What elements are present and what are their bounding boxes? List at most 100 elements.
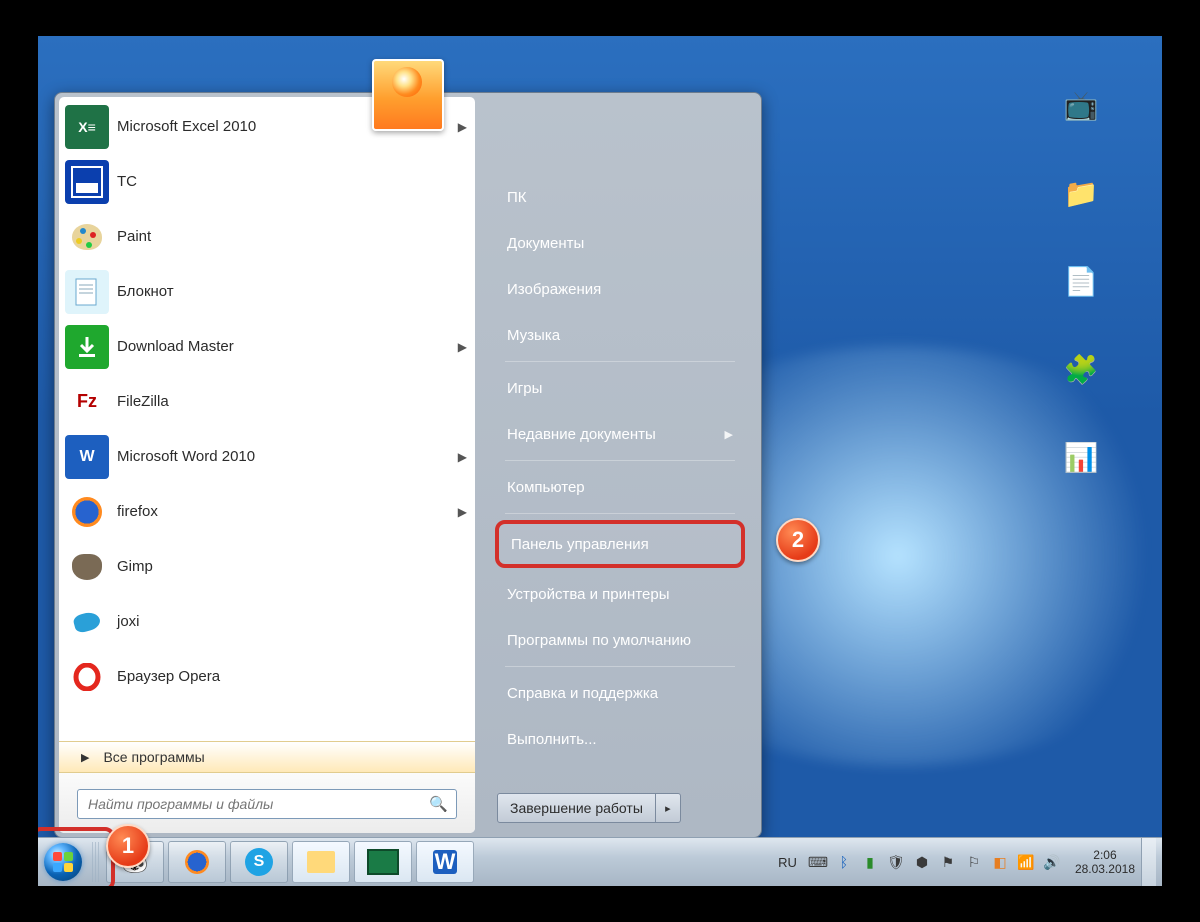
desktop-icons-column: 📺 📁 📄 🧩 📊 (1052, 76, 1122, 516)
system-tray: RU ⌨ ᛒ ▮ 🛡 ⬢ ⚑ ⚐ ◧ 📶 🔊 2:06 28.03.2018 (770, 838, 1162, 886)
program-label: firefox (117, 503, 458, 520)
program-item-joxi[interactable]: joxi (59, 594, 475, 649)
taskbar-item-explorer[interactable] (292, 841, 350, 883)
start-button[interactable] (38, 838, 88, 886)
language-indicator[interactable]: RU (778, 855, 797, 870)
word-icon: W (65, 435, 109, 479)
tray-keyboard-icon[interactable]: ⌨ (808, 852, 828, 872)
right-item-label: Программы по умолчанию (507, 632, 691, 649)
right-item-run[interactable]: Выполнить... (495, 719, 745, 759)
program-item-gimp[interactable]: Gimp (59, 539, 475, 594)
right-item-devices[interactable]: Устройства и принтеры (495, 574, 745, 614)
task-viewer-icon (367, 849, 399, 875)
submenu-arrow-icon: ▶ (458, 505, 467, 519)
right-item-help[interactable]: Справка и поддержка (495, 673, 745, 713)
right-item-default-programs[interactable]: Программы по умолчанию (495, 620, 745, 660)
right-item-label: ПК (507, 189, 527, 206)
taskbar-clock[interactable]: 2:06 28.03.2018 (1075, 848, 1135, 876)
arrow-right-icon: ▶ (81, 751, 89, 764)
separator (505, 666, 735, 667)
notepad-icon (65, 270, 109, 314)
right-item-control-panel[interactable]: Панель управления (495, 520, 745, 568)
program-item-downloadmaster[interactable]: Download Master ▶ (59, 319, 475, 374)
gimp-icon (65, 545, 109, 589)
program-item-filezilla[interactable]: Fz FileZilla (59, 374, 475, 429)
program-item-opera[interactable]: Браузер Opera (59, 649, 475, 704)
right-item-label: Изображения (507, 281, 601, 298)
user-picture[interactable] (372, 59, 444, 131)
right-item-games[interactable]: Игры (495, 368, 745, 408)
firefox-icon (185, 850, 209, 874)
submenu-arrow-icon: ▶ (725, 428, 733, 441)
right-item-documents[interactable]: Документы (495, 223, 745, 263)
opera-icon (65, 655, 109, 699)
right-item-recent[interactable]: Недавние документы ▶ (495, 414, 745, 454)
right-item-label: Музыка (507, 327, 560, 344)
program-item-word[interactable]: W Microsoft Word 2010 ▶ (59, 429, 475, 484)
program-item-tc[interactable]: TC (59, 154, 475, 209)
right-item-label: Документы (507, 235, 584, 252)
desktop-icon[interactable]: 📊 (1052, 428, 1110, 486)
right-item-label: Устройства и принтеры (507, 586, 669, 603)
tc-icon (65, 160, 109, 204)
program-label: Браузер Opera (117, 668, 467, 685)
program-label: Paint (117, 228, 467, 245)
shutdown-group: Завершение работы ▸ (497, 793, 681, 823)
desktop-icon[interactable]: 📁 (1052, 164, 1110, 222)
search-icon: 🔍 (429, 795, 448, 813)
program-item-notepad[interactable]: Блокнот (59, 264, 475, 319)
right-item-music[interactable]: Музыка (495, 315, 745, 355)
separator (505, 361, 735, 362)
tray-flag-icon[interactable]: ⚐ (964, 852, 984, 872)
tray-shield-icon[interactable]: ⬢ (912, 852, 932, 872)
joxi-icon (65, 600, 109, 644)
taskbar-item-skype[interactable]: S (230, 841, 288, 883)
desktop: 📺 📁 📄 🧩 📊 X≡ Microsoft Excel 2010 ▶ TC (38, 36, 1162, 886)
desktop-icon[interactable]: 📺 (1052, 76, 1110, 134)
separator (505, 513, 735, 514)
right-item-computer[interactable]: Компьютер (495, 467, 745, 507)
right-item-pc[interactable]: ПК (495, 177, 745, 217)
explorer-icon (307, 851, 335, 873)
tray-volume-icon[interactable]: 🔊 (1042, 852, 1062, 872)
downloadmaster-icon (65, 325, 109, 369)
program-label: TC (117, 173, 467, 190)
program-item-paint[interactable]: Paint (59, 209, 475, 264)
start-menu-left-pane: X≡ Microsoft Excel 2010 ▶ TC Paint Б (59, 97, 475, 833)
shutdown-options-button[interactable]: ▸ (656, 793, 681, 823)
shutdown-label: Завершение работы (510, 800, 643, 816)
desktop-icon[interactable]: 🧩 (1052, 340, 1110, 398)
all-programs-button[interactable]: ▶ Все программы (59, 741, 475, 773)
tray-update-icon[interactable]: ⚑ (938, 852, 958, 872)
shutdown-button[interactable]: Завершение работы (497, 793, 656, 823)
program-label: FileZilla (117, 393, 467, 410)
program-list: X≡ Microsoft Excel 2010 ▶ TC Paint Б (59, 97, 475, 741)
tray-tool-icon[interactable]: ◧ (990, 852, 1010, 872)
search-box[interactable]: 🔍 (77, 789, 457, 819)
program-label: joxi (117, 613, 467, 630)
taskbar-item-firefox[interactable] (168, 841, 226, 883)
tray-bluetooth-icon[interactable]: ᛒ (834, 852, 854, 872)
right-item-label: Игры (507, 380, 542, 397)
search-input[interactable] (86, 795, 429, 813)
submenu-arrow-icon: ▶ (458, 340, 467, 354)
annotation-badge-1: 1 (106, 824, 150, 868)
desktop-icon[interactable]: 📄 (1052, 252, 1110, 310)
clock-date: 28.03.2018 (1075, 862, 1135, 876)
program-label: Microsoft Word 2010 (117, 448, 458, 465)
tray-app-icon[interactable]: ▮ (860, 852, 880, 872)
right-item-label: Панель управления (511, 536, 649, 553)
all-programs-label: Все программы (103, 749, 204, 765)
program-item-firefox[interactable]: firefox ▶ (59, 484, 475, 539)
word-icon: W (433, 850, 457, 874)
right-item-images[interactable]: Изображения (495, 269, 745, 309)
tray-network-icon[interactable]: 📶 (1016, 852, 1036, 872)
right-item-label: Недавние документы (507, 426, 656, 443)
taskbar-item-word[interactable]: W (416, 841, 474, 883)
right-item-label: Справка и поддержка (507, 685, 658, 702)
tray-antivirus-icon[interactable]: 🛡 (886, 852, 906, 872)
show-desktop-button[interactable] (1141, 838, 1156, 886)
start-orb-icon (44, 843, 82, 881)
submenu-arrow-icon: ▶ (458, 450, 467, 464)
taskbar-item-taskviewer[interactable] (354, 841, 412, 883)
